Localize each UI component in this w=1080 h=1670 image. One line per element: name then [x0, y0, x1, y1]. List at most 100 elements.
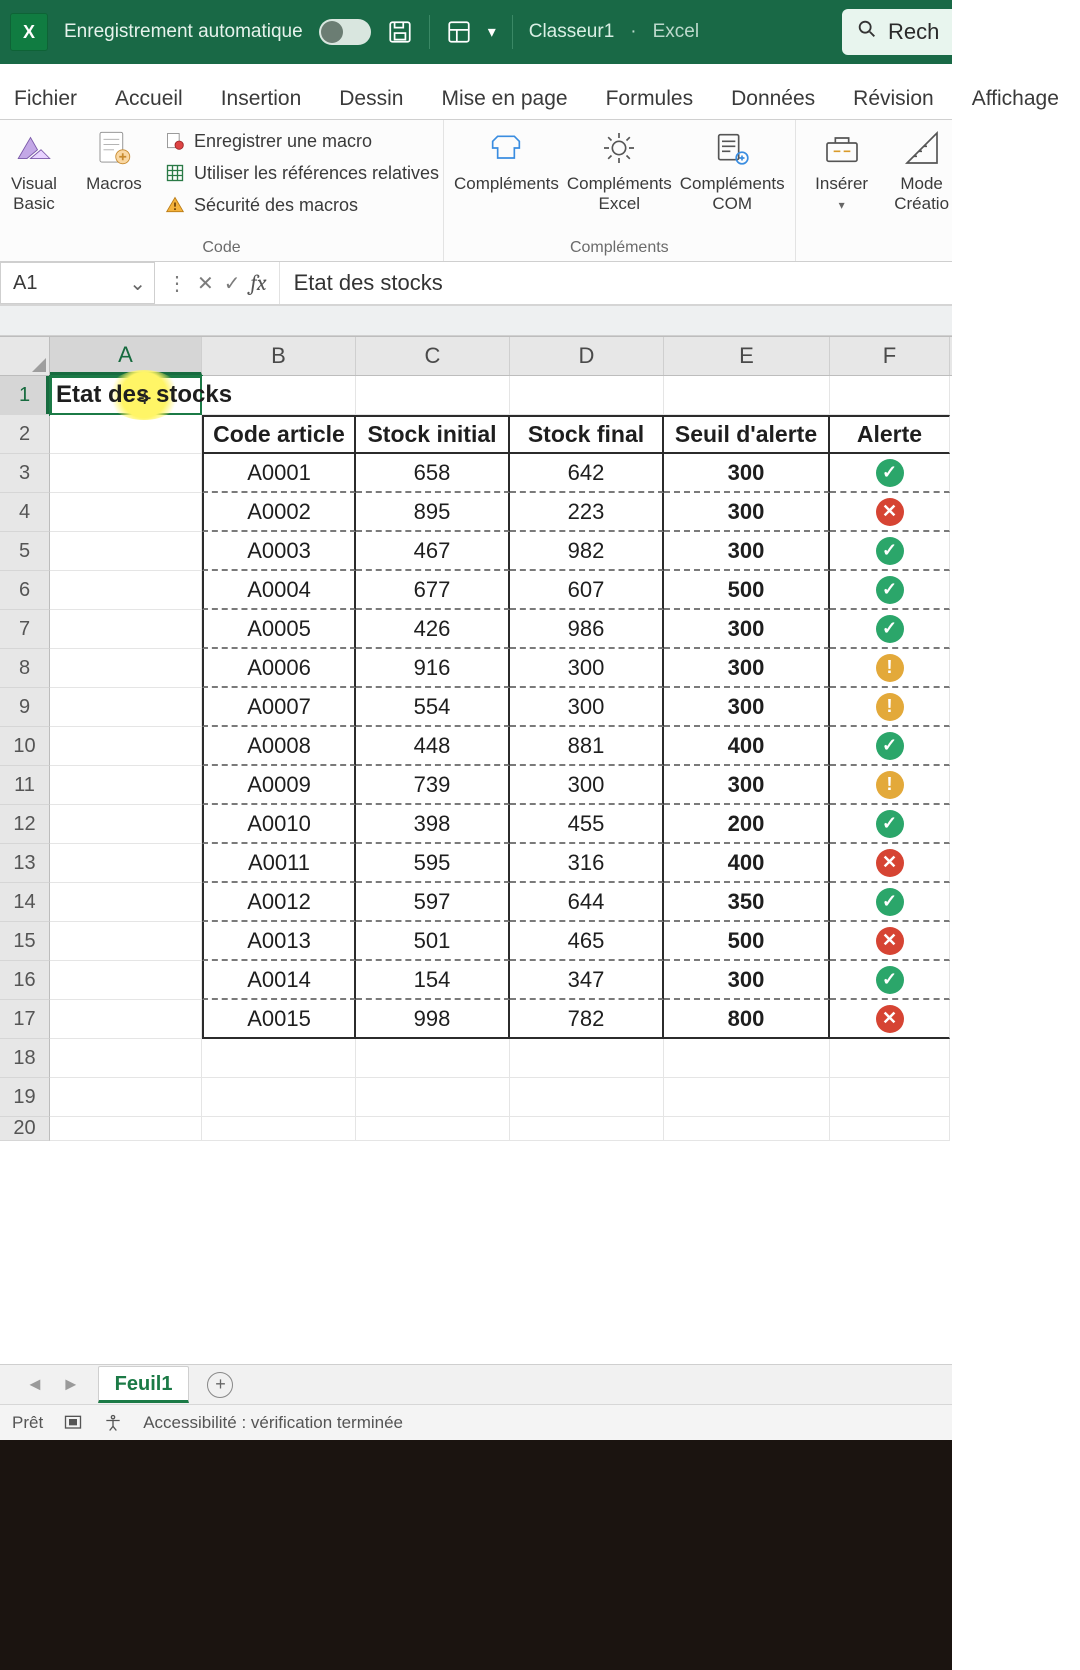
cell-seuil[interactable]: 300 [664, 493, 830, 532]
cell-A1[interactable]: Etat des stocks ✛ [50, 376, 202, 415]
cell[interactable] [50, 922, 202, 961]
row-header[interactable]: 7 [0, 610, 50, 649]
cell-final[interactable]: 982 [510, 532, 664, 571]
cell-init[interactable]: 426 [356, 610, 510, 649]
cell-alert[interactable]: ✕ [830, 844, 950, 883]
cell[interactable] [510, 376, 664, 415]
cell-seuil[interactable]: 300 [664, 961, 830, 1000]
header-init[interactable]: Stock initial [356, 415, 510, 454]
cell-init[interactable]: 154 [356, 961, 510, 1000]
cell[interactable] [830, 1117, 950, 1141]
cell-alert[interactable]: ✓ [830, 610, 950, 649]
accessibility-icon[interactable] [103, 1413, 123, 1433]
cell-init[interactable]: 739 [356, 766, 510, 805]
cell-code[interactable]: A0013 [202, 922, 356, 961]
cell[interactable] [830, 376, 950, 415]
qat-dropdown-icon[interactable]: ▾ [488, 22, 496, 42]
cell-final[interactable]: 300 [510, 649, 664, 688]
row-header[interactable]: 12 [0, 805, 50, 844]
header-final[interactable]: Stock final [510, 415, 664, 454]
cell[interactable] [510, 1078, 664, 1117]
cell[interactable] [50, 571, 202, 610]
cell[interactable] [356, 1117, 510, 1141]
cell[interactable] [664, 1117, 830, 1141]
cell[interactable] [50, 1039, 202, 1078]
tab-donnees[interactable]: Données [727, 79, 819, 119]
row-header[interactable]: 20 [0, 1117, 50, 1141]
cell-init[interactable]: 658 [356, 454, 510, 493]
cell[interactable] [664, 1039, 830, 1078]
cell-code[interactable]: A0001 [202, 454, 356, 493]
cell[interactable] [664, 376, 830, 415]
cell-code[interactable]: A0012 [202, 883, 356, 922]
cell[interactable] [50, 727, 202, 766]
fx-icon[interactable]: fx [251, 270, 267, 296]
cell-final[interactable]: 455 [510, 805, 664, 844]
cell-code[interactable]: A0015 [202, 1000, 356, 1039]
cell-alert[interactable]: ✓ [830, 454, 950, 493]
tab-insertion[interactable]: Insertion [217, 79, 306, 119]
tab-dessin[interactable]: Dessin [335, 79, 407, 119]
cell[interactable] [356, 1039, 510, 1078]
cell-code[interactable]: A0004 [202, 571, 356, 610]
cell-final[interactable]: 347 [510, 961, 664, 1000]
cell-seuil[interactable]: 300 [664, 454, 830, 493]
cell[interactable] [50, 532, 202, 571]
cell-alert[interactable]: ✓ [830, 883, 950, 922]
col-header-F[interactable]: F [830, 337, 950, 375]
cell-init[interactable]: 895 [356, 493, 510, 532]
row-header[interactable]: 2 [0, 415, 50, 454]
cell-init[interactable]: 448 [356, 727, 510, 766]
tab-fichier[interactable]: Fichier [10, 79, 81, 119]
cell-init[interactable]: 467 [356, 532, 510, 571]
cell-alert[interactable]: ✕ [830, 493, 950, 532]
row-header[interactable]: 11 [0, 766, 50, 805]
formula-bar[interactable] [280, 262, 952, 304]
cell-seuil[interactable]: 400 [664, 844, 830, 883]
cell[interactable] [356, 1078, 510, 1117]
cell[interactable] [510, 1039, 664, 1078]
cell-code[interactable]: A0008 [202, 727, 356, 766]
design-mode-button[interactable]: Mode Créatio [886, 126, 958, 214]
cell-alert[interactable]: ✓ [830, 571, 950, 610]
cell-code[interactable]: A0003 [202, 532, 356, 571]
cell[interactable] [664, 1078, 830, 1117]
accept-formula-icon[interactable]: ✓ [224, 271, 241, 296]
save-icon[interactable] [387, 19, 413, 45]
row-header[interactable]: 14 [0, 883, 50, 922]
cell-code[interactable]: A0007 [202, 688, 356, 727]
cell[interactable] [50, 844, 202, 883]
cell[interactable] [50, 454, 202, 493]
cell-alert[interactable]: ✓ [830, 727, 950, 766]
macro-record-status-icon[interactable] [63, 1413, 83, 1433]
cell-init[interactable]: 595 [356, 844, 510, 883]
cell[interactable] [50, 415, 202, 454]
row-header[interactable]: 10 [0, 727, 50, 766]
cell-seuil[interactable]: 300 [664, 766, 830, 805]
row-header[interactable]: 19 [0, 1078, 50, 1117]
row-header[interactable]: 15 [0, 922, 50, 961]
cell-seuil[interactable]: 200 [664, 805, 830, 844]
cell-final[interactable]: 300 [510, 766, 664, 805]
cell-seuil[interactable]: 300 [664, 532, 830, 571]
col-header-D[interactable]: D [510, 337, 664, 375]
cell-final[interactable]: 986 [510, 610, 664, 649]
visual-basic-button[interactable]: Visual Basic [0, 126, 70, 214]
header-seuil[interactable]: Seuil d'alerte [664, 415, 830, 454]
cell-init[interactable]: 398 [356, 805, 510, 844]
header-code[interactable]: Code article [202, 415, 356, 454]
cell-alert[interactable]: ✓ [830, 961, 950, 1000]
search-box[interactable]: Rech [842, 9, 952, 55]
cell-final[interactable]: 642 [510, 454, 664, 493]
cell-init[interactable]: 597 [356, 883, 510, 922]
col-header-A[interactable]: A [50, 337, 202, 375]
header-alert[interactable]: Alerte [830, 415, 950, 454]
cell-code[interactable]: A0014 [202, 961, 356, 1000]
row-header[interactable]: 9 [0, 688, 50, 727]
addins-button[interactable]: Compléments [454, 126, 559, 194]
col-header-E[interactable]: E [664, 337, 830, 375]
row-header[interactable]: 8 [0, 649, 50, 688]
cell[interactable] [50, 1117, 202, 1141]
cell[interactable] [50, 688, 202, 727]
row-header[interactable]: 5 [0, 532, 50, 571]
